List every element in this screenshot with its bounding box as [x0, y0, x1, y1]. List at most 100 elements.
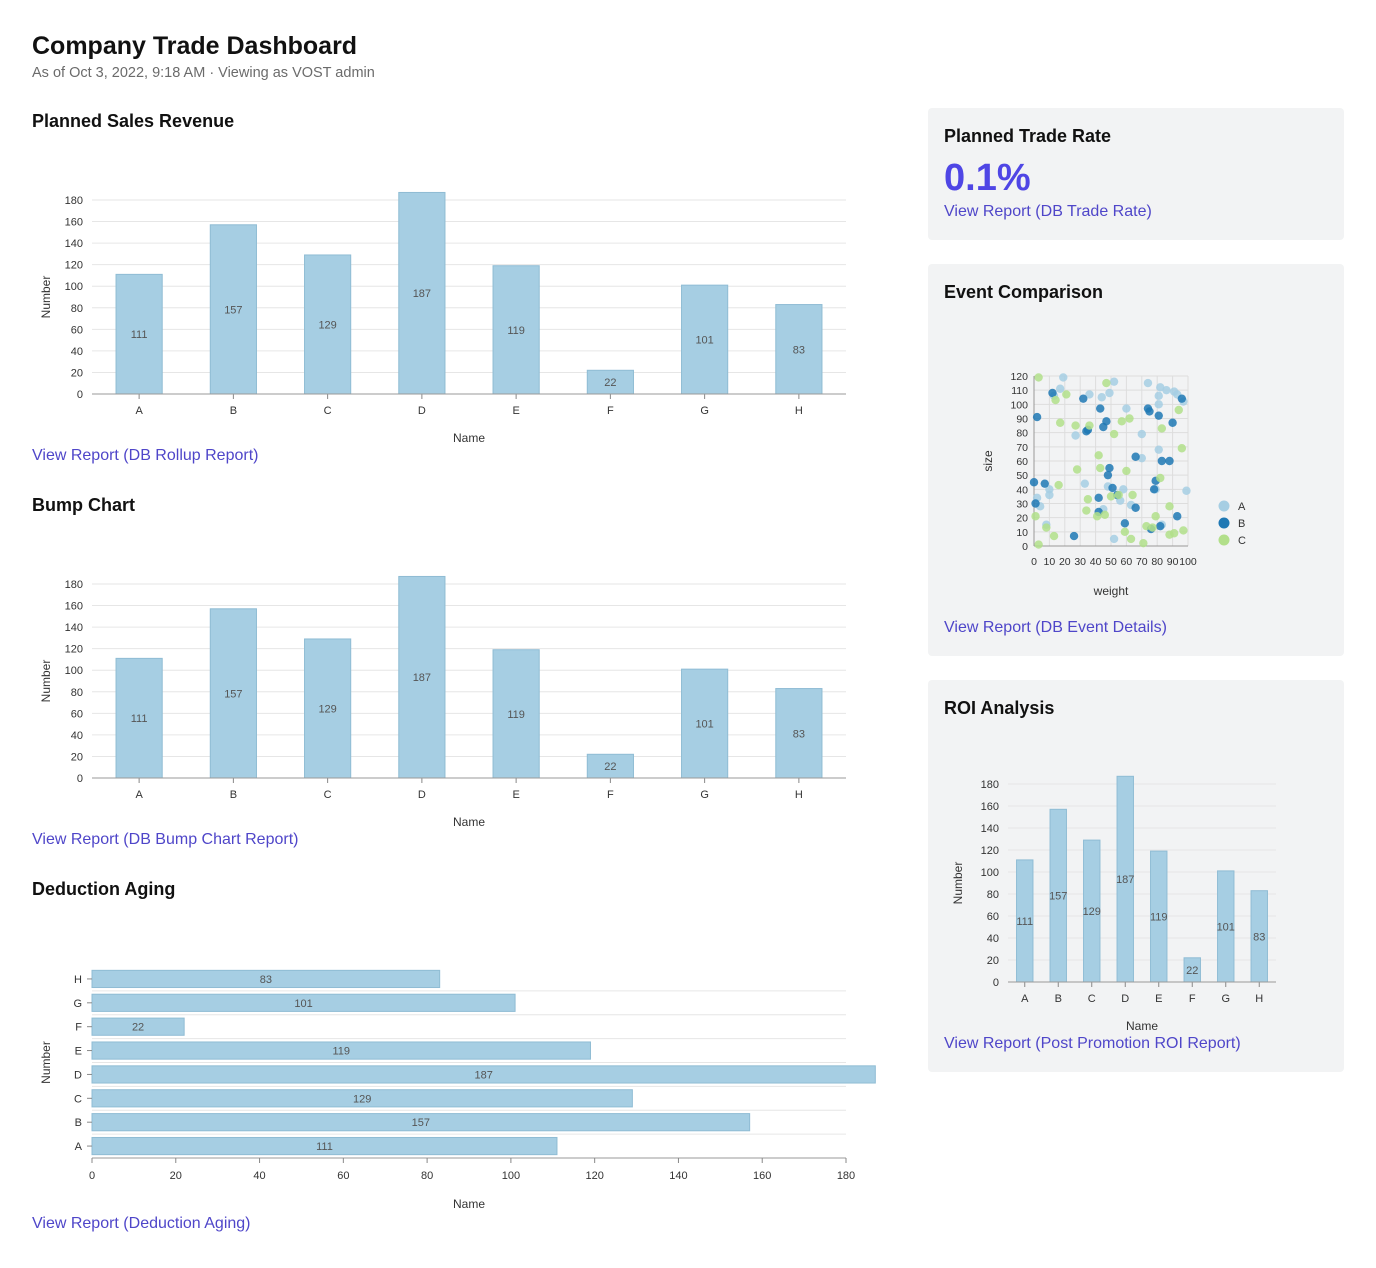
scatter-point-a [1182, 486, 1191, 495]
x-axis-label: weight [1093, 584, 1129, 598]
planned-sales-chart: 0 20 40 60 80 100 120 140 160 180 111 A 157 B 129 C 187 D… [39, 191, 846, 445]
x-tick-label: 50 [1105, 556, 1117, 568]
y-tick-label: 110 [1011, 385, 1028, 397]
scatter-point-a [1143, 378, 1153, 388]
scatter-point-c [1062, 390, 1071, 399]
y-tick-label: 10 [1016, 527, 1028, 539]
deduction-report-link[interactable]: View Report (Deduction Aging) [32, 1215, 251, 1233]
y-tick-label: E [75, 1046, 82, 1058]
bar-value-label: 22 [132, 1022, 144, 1034]
y-tick-label: 20 [71, 367, 83, 379]
bar-value-label: 129 [353, 1093, 371, 1105]
x-tick-label: D [418, 789, 426, 801]
scatter-point-b [1102, 417, 1111, 426]
y-tick-label: 80 [987, 889, 999, 901]
scatter-point-c [1072, 465, 1082, 474]
scatter-point-b [1168, 418, 1177, 427]
x-tick-label: H [1255, 993, 1263, 1005]
scatter-point-a [1162, 385, 1171, 395]
roi-chart: 0 20 40 60 80 100 120 140 160 180 111 A 157 B 129 C 187 D… [951, 775, 1276, 1033]
scatter-point-c [1114, 490, 1123, 500]
bar-value-label: 129 [1083, 906, 1101, 918]
y-tick-label: C [74, 1093, 82, 1105]
scatter-point-b [1157, 456, 1167, 466]
event-comparison-title: Event Comparison [944, 282, 1104, 302]
scatter-point-c [1106, 492, 1116, 501]
y-tick-label: 180 [65, 579, 83, 591]
x-tick-label: 120 [585, 1170, 603, 1182]
bar-value-label: 111 [316, 1141, 333, 1153]
y-tick-label: 160 [65, 217, 83, 229]
bar-value-label: 129 [318, 319, 336, 331]
roi-analysis-title: ROI Analysis [944, 698, 1055, 718]
roi-report-link[interactable]: View Report (Post Promotion ROI Report) [944, 1035, 1241, 1053]
y-tick-label: D [74, 1069, 82, 1081]
y-tick-label: 40 [71, 346, 83, 358]
scatter-point-c [1100, 510, 1110, 520]
y-tick-label: G [73, 998, 82, 1010]
bump-report-link[interactable]: View Report (DB Bump Chart Report) [32, 831, 298, 849]
bar-value-label: 187 [1116, 874, 1134, 886]
y-axis-label: Number [39, 1041, 53, 1084]
x-tick-label: 180 [837, 1170, 855, 1182]
scatter-point-c [1055, 418, 1065, 427]
y-tick-label: 100 [65, 281, 83, 293]
y-tick-label: 40 [1016, 484, 1028, 496]
event-report-link[interactable]: View Report (DB Event Details) [944, 619, 1167, 637]
bar-value-label: 187 [413, 288, 431, 300]
x-tick-label: 20 [170, 1170, 182, 1182]
x-tick-label: 80 [421, 1170, 433, 1182]
scatter-point-c [1122, 466, 1131, 476]
scatter-point-c [1094, 451, 1103, 460]
scatter-point-b [1156, 521, 1165, 531]
x-tick-label: C [324, 405, 332, 417]
scatter-point-c [1031, 512, 1040, 521]
legend-label: A [1238, 501, 1246, 513]
bar-value-label: 101 [294, 998, 312, 1010]
trade-rate-report-link[interactable]: View Report (DB Trade Rate) [944, 203, 1152, 221]
x-tick-label: 100 [1179, 556, 1197, 568]
x-tick-label: B [230, 405, 237, 417]
bar-value-label: 83 [260, 974, 272, 986]
bar-value-label: 119 [507, 325, 525, 337]
y-tick-label: 70 [1016, 442, 1028, 454]
y-tick-label: 140 [65, 238, 83, 250]
bar-value-label: 83 [793, 344, 805, 356]
x-axis-label: Name [1126, 1019, 1158, 1033]
scatter-point-c [1049, 531, 1059, 541]
x-tick-label: A [135, 405, 143, 417]
scatter-point-b [1145, 407, 1154, 416]
page-subtitle: As of Oct 3, 2022, 9:18 AM · Viewing as … [32, 65, 375, 81]
x-tick-label: 140 [669, 1170, 687, 1182]
y-tick-label: 20 [71, 751, 83, 763]
bar-value-label: 119 [1150, 912, 1168, 924]
x-tick-label: B [1055, 993, 1062, 1005]
legend-swatch-c [1218, 534, 1230, 546]
y-tick-label: 90 [1016, 414, 1028, 426]
x-tick-label: B [230, 789, 237, 801]
scatter-point-c [1156, 473, 1165, 483]
scatter-point-c [1051, 395, 1060, 405]
y-tick-label: 0 [1022, 541, 1028, 553]
x-tick-label: 40 [253, 1170, 265, 1182]
scatter-point-c [1092, 512, 1102, 521]
planned-sales-report-link[interactable]: View Report (DB Rollup Report) [32, 447, 258, 465]
x-tick-label: F [607, 789, 614, 801]
y-tick-label: 140 [65, 622, 83, 634]
scatter-point-a [1059, 373, 1068, 382]
scatter-point-c [1109, 429, 1119, 439]
scatter-point-b [1165, 456, 1174, 466]
x-tick-label: 40 [1090, 556, 1102, 568]
scatter-point-b [1154, 411, 1163, 420]
y-tick-label: 60 [71, 324, 83, 336]
scatter-point-c [1126, 534, 1136, 544]
scatter-point-a [1071, 431, 1080, 440]
scatter-point-c [1102, 378, 1111, 388]
y-tick-label: 120 [65, 260, 83, 272]
scatter-point-c [1085, 421, 1094, 430]
x-tick-label: 70 [1136, 556, 1148, 568]
scatter-point-a [1154, 391, 1163, 401]
scatter-point-c [1157, 424, 1167, 433]
bar-value-label: 101 [695, 719, 713, 731]
scatter-point-a [1109, 534, 1119, 544]
